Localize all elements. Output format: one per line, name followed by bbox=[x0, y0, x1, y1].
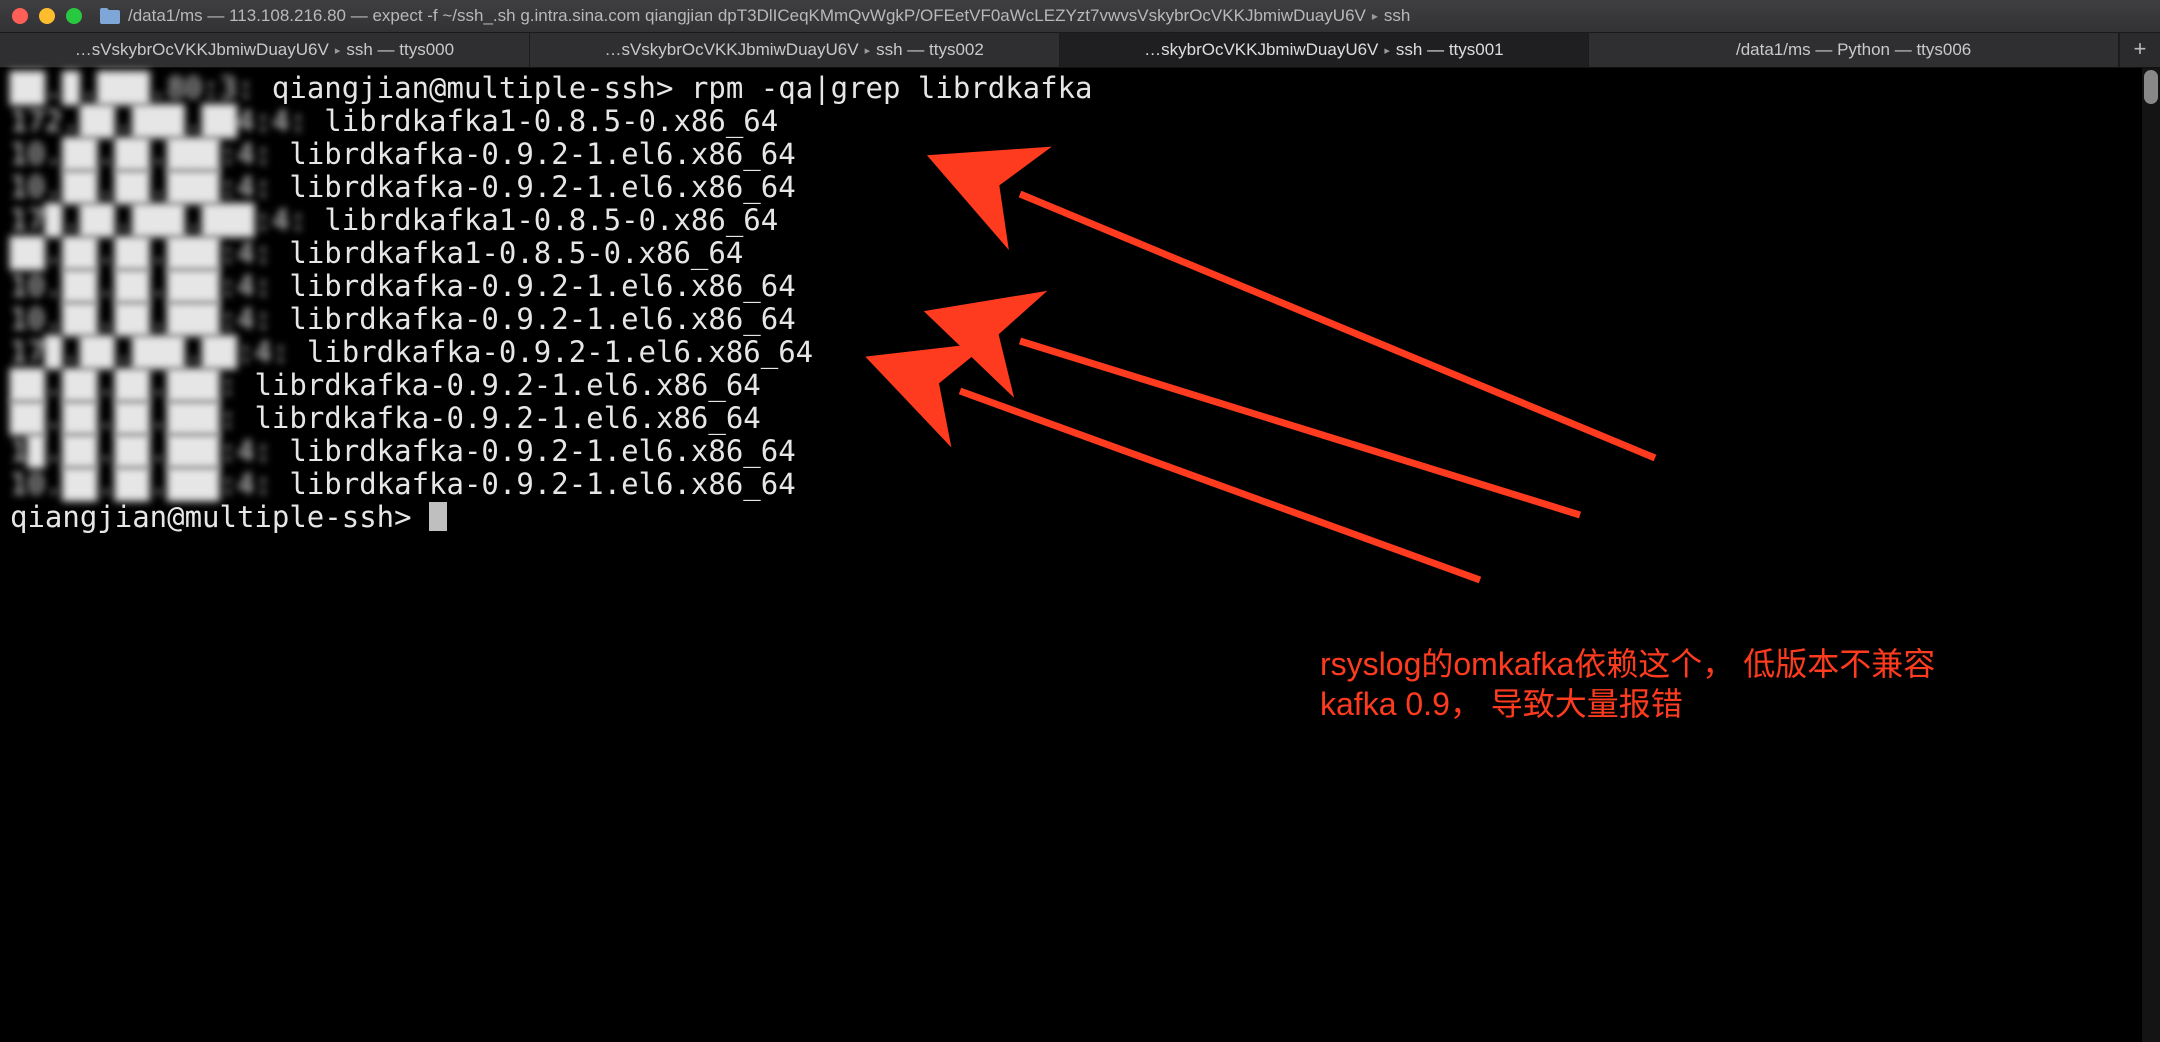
window-title-suffix: ssh bbox=[1384, 6, 1410, 26]
chevron-right-icon: ▸ bbox=[335, 44, 341, 57]
terminal-line: ██.█.███.80:3: qiangjian@multiple-ssh> r… bbox=[10, 72, 2150, 105]
annotation-line1: rsyslog的omkafka依赖这个， 低版本不兼容 bbox=[1320, 644, 1935, 684]
terminal-line: ██.██.██.███: librdkafka-0.9.2-1.el6.x86… bbox=[10, 402, 2150, 435]
terminal-line: ██.██.██.███:4: librdkafka1-0.8.5-0.x86_… bbox=[10, 237, 2150, 270]
terminal-line: 17█.██.███.██:4: librdkafka-0.9.2-1.el6.… bbox=[10, 336, 2150, 369]
tab-label: …sVskybrOcVKKJbmiwDuayU6V bbox=[75, 40, 329, 60]
tab-label: ssh — ttys000 bbox=[346, 40, 454, 60]
terminal-line: ██.██.██.███: librdkafka-0.9.2-1.el6.x86… bbox=[10, 369, 2150, 402]
window-title-path: /data1/ms — 113.108.216.80 — expect -f ~… bbox=[128, 6, 1366, 26]
tab-label: /data1/ms — Python — ttys006 bbox=[1736, 40, 1971, 60]
window-traffic-lights bbox=[12, 8, 82, 24]
tab-label: …skybrOcVKKJbmiwDuayU6V bbox=[1144, 40, 1378, 60]
scrollbar-thumb[interactable] bbox=[2144, 70, 2158, 104]
tab-bar: …sVskybrOcVKKJbmiwDuayU6V ▸ ssh — ttys00… bbox=[0, 33, 2160, 68]
tab-ttys000[interactable]: …sVskybrOcVKKJbmiwDuayU6V ▸ ssh — ttys00… bbox=[0, 33, 530, 67]
window-title: /data1/ms — 113.108.216.80 — expect -f ~… bbox=[100, 6, 2148, 26]
terminal-output: ██.█.███.80:3: qiangjian@multiple-ssh> r… bbox=[0, 68, 2160, 534]
tab-ttys002[interactable]: …sVskybrOcVKKJbmiwDuayU6V ▸ ssh — ttys00… bbox=[530, 33, 1060, 67]
window-minimize-button[interactable] bbox=[39, 8, 55, 24]
terminal-line: qiangjian@multiple-ssh> bbox=[10, 501, 2150, 534]
scrollbar-track[interactable] bbox=[2142, 68, 2160, 1042]
annotation-line2: kafka 0.9， 导致大量报错 bbox=[1320, 684, 1935, 724]
window-close-button[interactable] bbox=[12, 8, 28, 24]
tab-ttys006[interactable]: /data1/ms — Python — ttys006 bbox=[1589, 33, 2119, 67]
terminal-line: 10.██.██.███:4: librdkafka-0.9.2-1.el6.x… bbox=[10, 171, 2150, 204]
folder-icon bbox=[100, 8, 120, 24]
terminal-pane[interactable]: ██.█.███.80:3: qiangjian@multiple-ssh> r… bbox=[0, 68, 2160, 1042]
terminal-line: 172.██.███.██4:4: librdkafka1-0.8.5-0.x8… bbox=[10, 105, 2150, 138]
tab-label: ssh — ttys002 bbox=[876, 40, 984, 60]
window-titlebar: /data1/ms — 113.108.216.80 — expect -f ~… bbox=[0, 0, 2160, 33]
tab-label: …sVskybrOcVKKJbmiwDuayU6V bbox=[604, 40, 858, 60]
terminal-line: 17█.██.███.███:4: librdkafka1-0.8.5-0.x8… bbox=[10, 204, 2150, 237]
tab-ttys001[interactable]: …skybrOcVKKJbmiwDuayU6V ▸ ssh — ttys001 bbox=[1060, 33, 1590, 67]
terminal-line: 10.██.██.███:4: librdkafka-0.9.2-1.el6.x… bbox=[10, 468, 2150, 501]
terminal-line: 1█.██.██.███:4: librdkafka-0.9.2-1.el6.x… bbox=[10, 435, 2150, 468]
terminal-line: 10.██.██.███:4: librdkafka-0.9.2-1.el6.x… bbox=[10, 270, 2150, 303]
terminal-cursor bbox=[429, 502, 447, 531]
chevron-right-icon: ▸ bbox=[1384, 44, 1390, 57]
terminal-line: 10.██.██.███:4: librdkafka-0.9.2-1.el6.x… bbox=[10, 138, 2150, 171]
chevron-right-icon: ▸ bbox=[1372, 9, 1378, 23]
tab-label: ssh — ttys001 bbox=[1396, 40, 1504, 60]
new-tab-button[interactable]: + bbox=[2119, 33, 2160, 67]
chevron-right-icon: ▸ bbox=[865, 44, 871, 57]
terminal-line: 10.██.██.███:4: librdkafka-0.9.2-1.el6.x… bbox=[10, 303, 2150, 336]
window-maximize-button[interactable] bbox=[66, 8, 82, 24]
plus-icon: + bbox=[2133, 38, 2146, 63]
annotation-text: rsyslog的omkafka依赖这个， 低版本不兼容 kafka 0.9， 导… bbox=[1320, 644, 1935, 724]
